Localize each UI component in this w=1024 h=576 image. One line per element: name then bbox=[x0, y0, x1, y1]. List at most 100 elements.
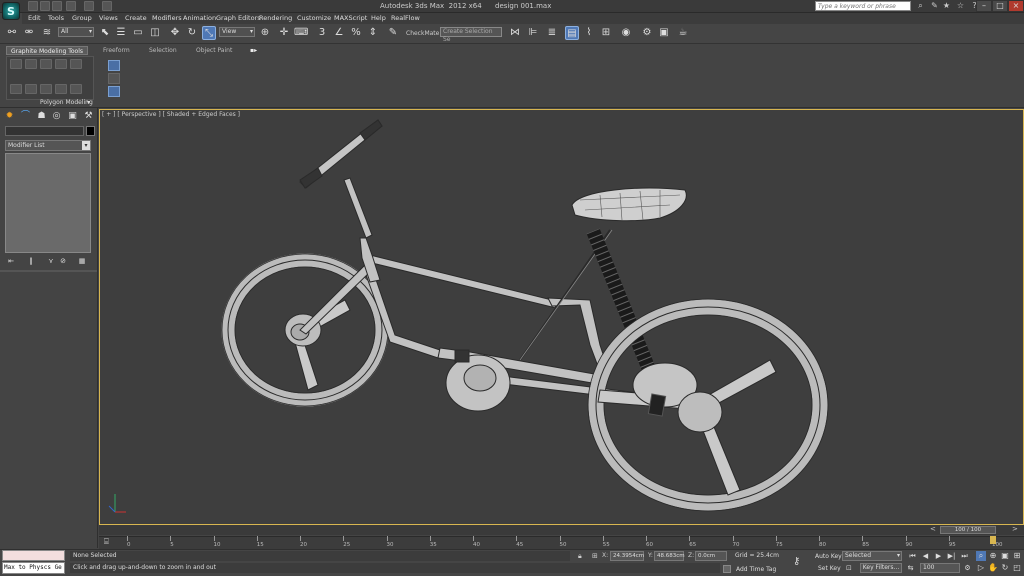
next-frame-icon[interactable]: > bbox=[1012, 525, 1018, 533]
checkmate-label[interactable]: CheckMate bbox=[406, 30, 439, 37]
hierarchy-tab-icon[interactable]: ☗ bbox=[36, 111, 47, 122]
ribbon-toggle-icon[interactable]: ▤ bbox=[565, 26, 579, 40]
undo-icon[interactable] bbox=[66, 1, 76, 11]
rotate-icon[interactable]: ↻ bbox=[185, 26, 199, 40]
element-icon[interactable] bbox=[70, 59, 82, 69]
orbit-icon[interactable]: ↻ bbox=[1000, 563, 1010, 573]
polygon-icon[interactable] bbox=[55, 59, 67, 69]
select-object-icon[interactable]: ⬉ bbox=[98, 26, 112, 40]
snaps-toggle-icon[interactable]: 3 bbox=[315, 26, 329, 40]
subscription-icon[interactable]: ✎ bbox=[930, 1, 939, 10]
app-menu-button[interactable]: S bbox=[2, 2, 20, 20]
prev-frame-icon[interactable]: < bbox=[930, 525, 936, 533]
prev-key-icon[interactable]: ◀ bbox=[921, 552, 930, 561]
object-name-field[interactable] bbox=[5, 126, 84, 136]
render-teapot-icon[interactable]: ☕ bbox=[676, 26, 690, 40]
next-key-icon[interactable]: ▶| bbox=[947, 552, 956, 561]
key-filters-icon[interactable]: ⊡ bbox=[846, 564, 852, 572]
tab-selection[interactable]: Selection bbox=[149, 46, 177, 55]
key-mode-dropdown[interactable]: Selected ▾ bbox=[842, 551, 902, 561]
rendered-frame-icon[interactable]: ▣ bbox=[657, 26, 671, 40]
key-icon[interactable]: ⚷ bbox=[793, 556, 800, 567]
create-tab-icon[interactable]: ✹ bbox=[4, 111, 15, 122]
zoom-extents-icon[interactable]: ▣ bbox=[1000, 551, 1010, 561]
maximize-viewport-icon[interactable]: ◰ bbox=[1012, 563, 1022, 573]
chevron-down-icon[interactable]: ▾ bbox=[87, 99, 90, 106]
ref-coord-dropdown[interactable]: View ▾ bbox=[219, 27, 255, 37]
bicycle-model[interactable] bbox=[99, 109, 1024, 525]
rect-selection-icon[interactable]: ▭ bbox=[131, 26, 145, 40]
menu-views[interactable]: Views bbox=[99, 14, 118, 22]
zoom-extents-all-icon[interactable]: ⊞ bbox=[1012, 551, 1022, 561]
time-cursor[interactable] bbox=[990, 536, 996, 544]
set-key-button[interactable]: Set Key bbox=[818, 565, 841, 572]
menu-edit[interactable]: Edit bbox=[28, 14, 41, 22]
pin-stack-icon[interactable]: ⇤ bbox=[6, 256, 16, 266]
polygon-modeling-label[interactable]: Polygon Modeling bbox=[40, 99, 93, 106]
maxscript-listener-input[interactable] bbox=[2, 550, 65, 561]
object-color-swatch[interactable] bbox=[86, 126, 95, 136]
close-button[interactable]: × bbox=[1008, 0, 1024, 12]
minimize-button[interactable]: – bbox=[976, 0, 992, 12]
unlink-icon[interactable]: ⚮ bbox=[22, 26, 36, 40]
select-by-name-icon[interactable]: ☰ bbox=[114, 26, 128, 40]
edge-icon[interactable] bbox=[40, 59, 52, 69]
search-input[interactable] bbox=[815, 1, 911, 11]
ribbon-side-button-3[interactable] bbox=[108, 86, 120, 97]
menu-create[interactable]: Create bbox=[125, 14, 147, 22]
z-coordinate-field[interactable]: 0.0cm bbox=[695, 551, 727, 561]
auto-key-button[interactable]: Auto Key bbox=[815, 553, 842, 560]
menu-graph-editors[interactable]: Graph Editors bbox=[216, 14, 261, 22]
zoom-icon[interactable]: ⌕ bbox=[976, 551, 986, 561]
time-tag-icon[interactable] bbox=[723, 565, 731, 573]
collapse-stack-icon[interactable] bbox=[55, 84, 67, 94]
y-coordinate-field[interactable]: 48.683cm bbox=[654, 551, 685, 561]
maxscript-output[interactable]: Max to Physcs Ge bbox=[2, 562, 65, 574]
lock-selection-icon[interactable]: 🔒︎ bbox=[578, 552, 582, 561]
search-field[interactable] bbox=[816, 2, 910, 11]
maximize-button[interactable]: □ bbox=[992, 0, 1008, 12]
zoom-all-icon[interactable]: ⊕ bbox=[988, 551, 998, 561]
preserve-uvs-icon[interactable] bbox=[40, 84, 52, 94]
time-config-icon[interactable]: ⚙ bbox=[963, 564, 972, 573]
show-end-result-icon[interactable] bbox=[70, 84, 82, 94]
open-file-icon[interactable] bbox=[40, 1, 50, 11]
schematic-view-icon[interactable]: ⊞ bbox=[599, 26, 613, 40]
curve-editor-icon[interactable]: ⌇ bbox=[582, 26, 596, 40]
menu-modifiers[interactable]: Modifiers bbox=[152, 14, 182, 22]
communication-icon[interactable]: ★ bbox=[942, 1, 951, 10]
x-coordinate-field[interactable]: 24.3954cm bbox=[610, 551, 644, 561]
ribbon-side-button-2[interactable] bbox=[108, 73, 120, 84]
move-icon[interactable]: ✥ bbox=[168, 26, 182, 40]
motion-tab-icon[interactable]: ◎ bbox=[51, 111, 62, 122]
pan-icon[interactable]: ✋ bbox=[988, 563, 998, 573]
search-icon[interactable]: ⌕ bbox=[916, 1, 925, 10]
field-of-view-icon[interactable]: ▷ bbox=[976, 563, 986, 573]
menu-rendering[interactable]: Rendering bbox=[259, 14, 292, 22]
window-crossing-icon[interactable]: ◫ bbox=[148, 26, 162, 40]
make-unique-icon[interactable]: ⋎ bbox=[46, 256, 56, 266]
redo-icon[interactable] bbox=[84, 1, 94, 11]
add-time-tag[interactable]: Add Time Tag bbox=[736, 566, 776, 573]
keyboard-shortcut-icon[interactable]: ⌨ bbox=[294, 26, 308, 40]
time-slider[interactable] bbox=[99, 525, 1024, 535]
save-file-icon[interactable] bbox=[52, 1, 62, 11]
tab-freeform[interactable]: Freeform bbox=[103, 46, 130, 55]
show-end-result-icon[interactable]: ‖ bbox=[26, 256, 36, 266]
modifier-list-dropdown[interactable]: Modifier List ▾ bbox=[5, 140, 91, 151]
scale-icon[interactable]: ⤡ bbox=[202, 26, 216, 40]
menu-animation[interactable]: Animation bbox=[183, 14, 216, 22]
tab-graphite-modeling[interactable]: Graphite Modeling Tools bbox=[6, 46, 88, 55]
project-folder-icon[interactable] bbox=[102, 1, 112, 11]
named-selection-input[interactable]: Create Selection Se bbox=[440, 27, 502, 43]
modifier-stack[interactable] bbox=[5, 153, 91, 253]
edit-named-sel-icon[interactable]: ✎ bbox=[386, 26, 400, 40]
key-mode-toggle-icon[interactable]: ⇆ bbox=[906, 564, 915, 573]
new-file-icon[interactable] bbox=[28, 1, 38, 11]
bind-spacewarp-icon[interactable]: ≋ bbox=[40, 26, 54, 40]
render-setup-icon[interactable]: ⚙ bbox=[640, 26, 654, 40]
modify-mode-icon[interactable] bbox=[10, 59, 22, 69]
menu-maxscript[interactable]: MAXScript bbox=[334, 14, 367, 22]
material-editor-icon[interactable]: ◉ bbox=[619, 26, 633, 40]
link-icon[interactable]: ⚯ bbox=[5, 26, 19, 40]
